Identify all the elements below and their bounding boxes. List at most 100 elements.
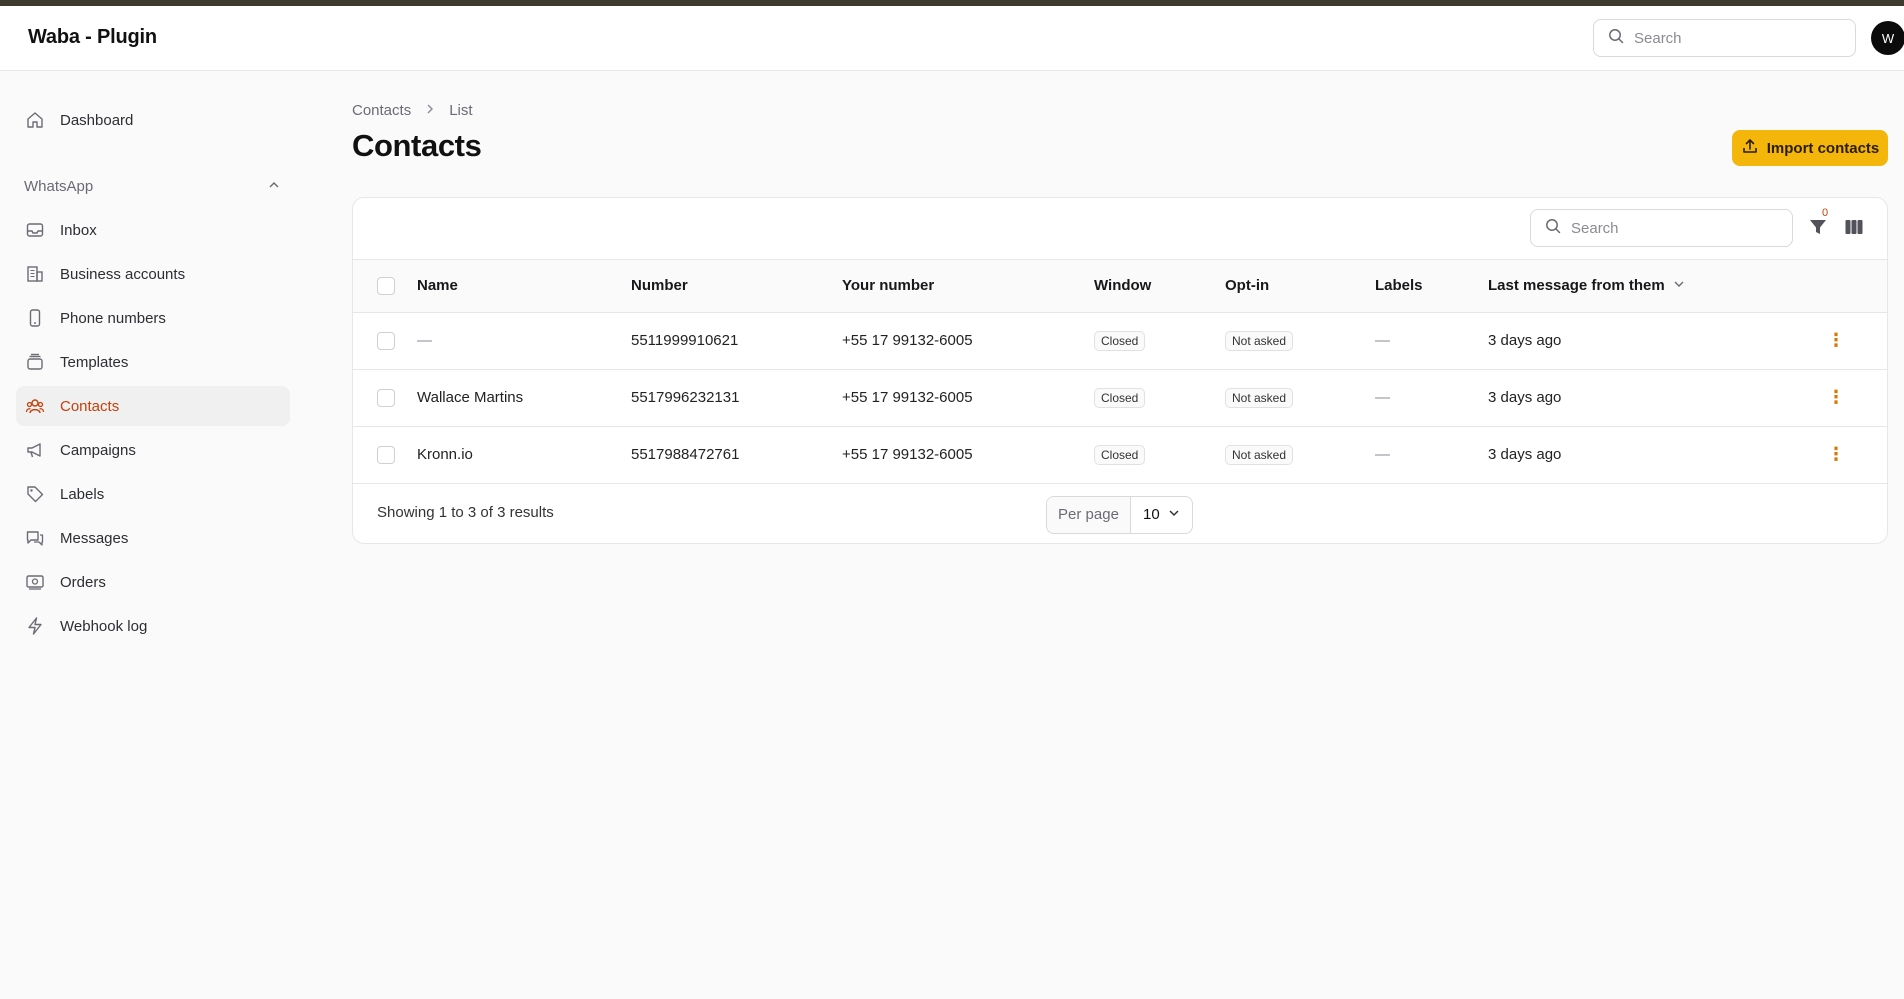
sidebar-item-inbox[interactable]: Inbox xyxy=(16,210,290,250)
cell-actions: ⋮ xyxy=(1827,369,1887,426)
sidebar-item-templates[interactable]: Templates xyxy=(16,342,290,382)
cell-optin: Not asked xyxy=(1225,369,1375,426)
search-icon xyxy=(1608,28,1624,49)
chevron-right-icon xyxy=(425,102,435,119)
page-title: Contacts xyxy=(352,128,482,163)
search-icon xyxy=(1545,218,1561,239)
contacts-table: Name Number Your number Window Opt-in La… xyxy=(353,260,1887,484)
cell-window: Closed xyxy=(1094,312,1225,369)
cell-name: Kronn.io xyxy=(417,446,473,463)
per-page-control: Per page 10 xyxy=(1046,495,1193,534)
sidebar-item-label: Contacts xyxy=(60,397,120,415)
import-contacts-button[interactable]: Import contacts xyxy=(1732,130,1888,166)
sidebar-item-label: Dashboard xyxy=(60,111,134,129)
cell-number: 5511999910621 xyxy=(631,332,739,349)
cell-window: Closed xyxy=(1094,426,1225,483)
sidebar-item-label: Templates xyxy=(60,353,129,371)
row-actions-menu-icon[interactable]: ⋮ xyxy=(1827,387,1845,407)
phone-icon xyxy=(24,307,46,329)
global-search[interactable] xyxy=(1593,19,1856,57)
top-bar: Waba - Plugin W xyxy=(0,6,1904,71)
column-header-labels[interactable]: Labels xyxy=(1375,260,1488,312)
sidebar-item-label: Campaigns xyxy=(60,441,136,459)
breadcrumb-current: List xyxy=(449,102,473,119)
table-toolbar: 0 xyxy=(353,198,1887,260)
bolt-icon xyxy=(24,615,46,637)
sidebar-item-campaigns[interactable]: Campaigns xyxy=(16,430,290,470)
select-all-cell xyxy=(353,260,417,312)
sidebar-item-messages[interactable]: Messages xyxy=(16,518,290,558)
filter-icon xyxy=(1808,220,1828,241)
template-icon xyxy=(24,351,46,373)
sidebar-item-label: Orders xyxy=(60,573,106,591)
table-row[interactable]: Kronn.io 5517988472761 +55 17 99132-6005… xyxy=(353,426,1887,483)
column-header-your-number[interactable]: Your number xyxy=(842,260,1094,312)
cell-number: 5517988472761 xyxy=(631,446,740,463)
global-search-input[interactable] xyxy=(1634,29,1814,47)
row-checkbox[interactable] xyxy=(377,445,395,464)
window-status-badge: Closed xyxy=(1094,387,1146,408)
sidebar-item-labels[interactable]: Labels xyxy=(16,474,290,514)
sidebar-item-phone-numbers[interactable]: Phone numbers xyxy=(16,298,290,338)
chevron-down-icon xyxy=(1168,506,1180,523)
optin-status-badge: Not asked xyxy=(1225,444,1294,465)
table-search[interactable] xyxy=(1530,209,1793,247)
table-search-input[interactable] xyxy=(1571,219,1751,237)
table-footer: Showing 1 to 3 of 3 results Per page 10 xyxy=(353,484,1887,544)
import-contacts-label: Import contacts xyxy=(1766,139,1880,157)
row-actions-menu-icon[interactable]: ⋮ xyxy=(1827,330,1845,350)
column-header-name[interactable]: Name xyxy=(417,260,631,312)
sidebar-item-dashboard[interactable]: Dashboard xyxy=(16,100,290,140)
select-all-checkbox[interactable] xyxy=(377,276,395,295)
filter-count-badge: 0 xyxy=(1822,207,1829,219)
sidebar-group-whatsapp[interactable]: WhatsApp xyxy=(16,166,290,206)
column-header-window[interactable]: Window xyxy=(1094,260,1225,312)
cash-icon xyxy=(24,571,46,593)
cell-labels: — xyxy=(1375,332,1390,349)
building-icon xyxy=(24,263,46,285)
sidebar-item-business-accounts[interactable]: Business accounts xyxy=(16,254,290,294)
cell-last-message: 3 days ago xyxy=(1488,389,1562,406)
cell-last-message: 3 days ago xyxy=(1488,446,1562,463)
sidebar: Dashboard WhatsApp Inbox Business accoun… xyxy=(16,100,290,650)
cell-name: — xyxy=(417,332,432,349)
cell-your-number: +55 17 99132-6005 xyxy=(842,332,973,349)
per-page-label: Per page xyxy=(1047,496,1131,533)
column-header-number[interactable]: Number xyxy=(631,260,842,312)
cell-labels: — xyxy=(1375,389,1390,406)
app-title: Waba - Plugin xyxy=(28,26,157,48)
chevron-down-icon xyxy=(1673,277,1685,294)
table-header-row: Name Number Your number Window Opt-in La… xyxy=(353,260,1887,312)
cell-your-number: +55 17 99132-6005 xyxy=(842,446,973,463)
chat-icon xyxy=(24,527,46,549)
per-page-value: 10 xyxy=(1143,506,1160,523)
sidebar-item-orders[interactable]: Orders xyxy=(16,562,290,602)
columns-toggle-button[interactable] xyxy=(1844,217,1868,241)
sidebar-item-label: Phone numbers xyxy=(60,309,166,327)
row-actions-menu-icon[interactable]: ⋮ xyxy=(1827,444,1845,464)
breadcrumb: Contacts List xyxy=(352,102,473,119)
chevron-up-icon xyxy=(268,178,280,195)
column-header-last-message[interactable]: Last message from them xyxy=(1488,260,1827,312)
row-select-cell xyxy=(353,369,417,426)
filter-button[interactable]: 0 xyxy=(1808,207,1832,241)
sidebar-item-webhook-log[interactable]: Webhook log xyxy=(16,606,290,646)
megaphone-icon xyxy=(24,439,46,461)
optin-status-badge: Not asked xyxy=(1225,387,1294,408)
column-header-optin[interactable]: Opt-in xyxy=(1225,260,1375,312)
row-checkbox[interactable] xyxy=(377,388,395,407)
table-row[interactable]: — 5511999910621 +55 17 99132-6005 Closed… xyxy=(353,312,1887,369)
sidebar-item-label: Webhook log xyxy=(60,617,148,635)
sidebar-item-contacts[interactable]: Contacts xyxy=(16,386,290,426)
inbox-icon xyxy=(24,219,46,241)
sidebar-item-label: Inbox xyxy=(60,221,97,239)
table-row[interactable]: Wallace Martins 5517996232131 +55 17 991… xyxy=(353,369,1887,426)
sidebar-item-label: Messages xyxy=(60,529,129,547)
users-icon xyxy=(24,395,46,417)
row-checkbox[interactable] xyxy=(377,331,395,350)
user-avatar[interactable]: W xyxy=(1871,21,1904,55)
per-page-select[interactable]: 10 xyxy=(1131,497,1192,533)
cell-name: Wallace Martins xyxy=(417,389,524,406)
sidebar-group-label: WhatsApp xyxy=(24,177,94,195)
breadcrumb-contacts-link[interactable]: Contacts xyxy=(352,102,411,119)
